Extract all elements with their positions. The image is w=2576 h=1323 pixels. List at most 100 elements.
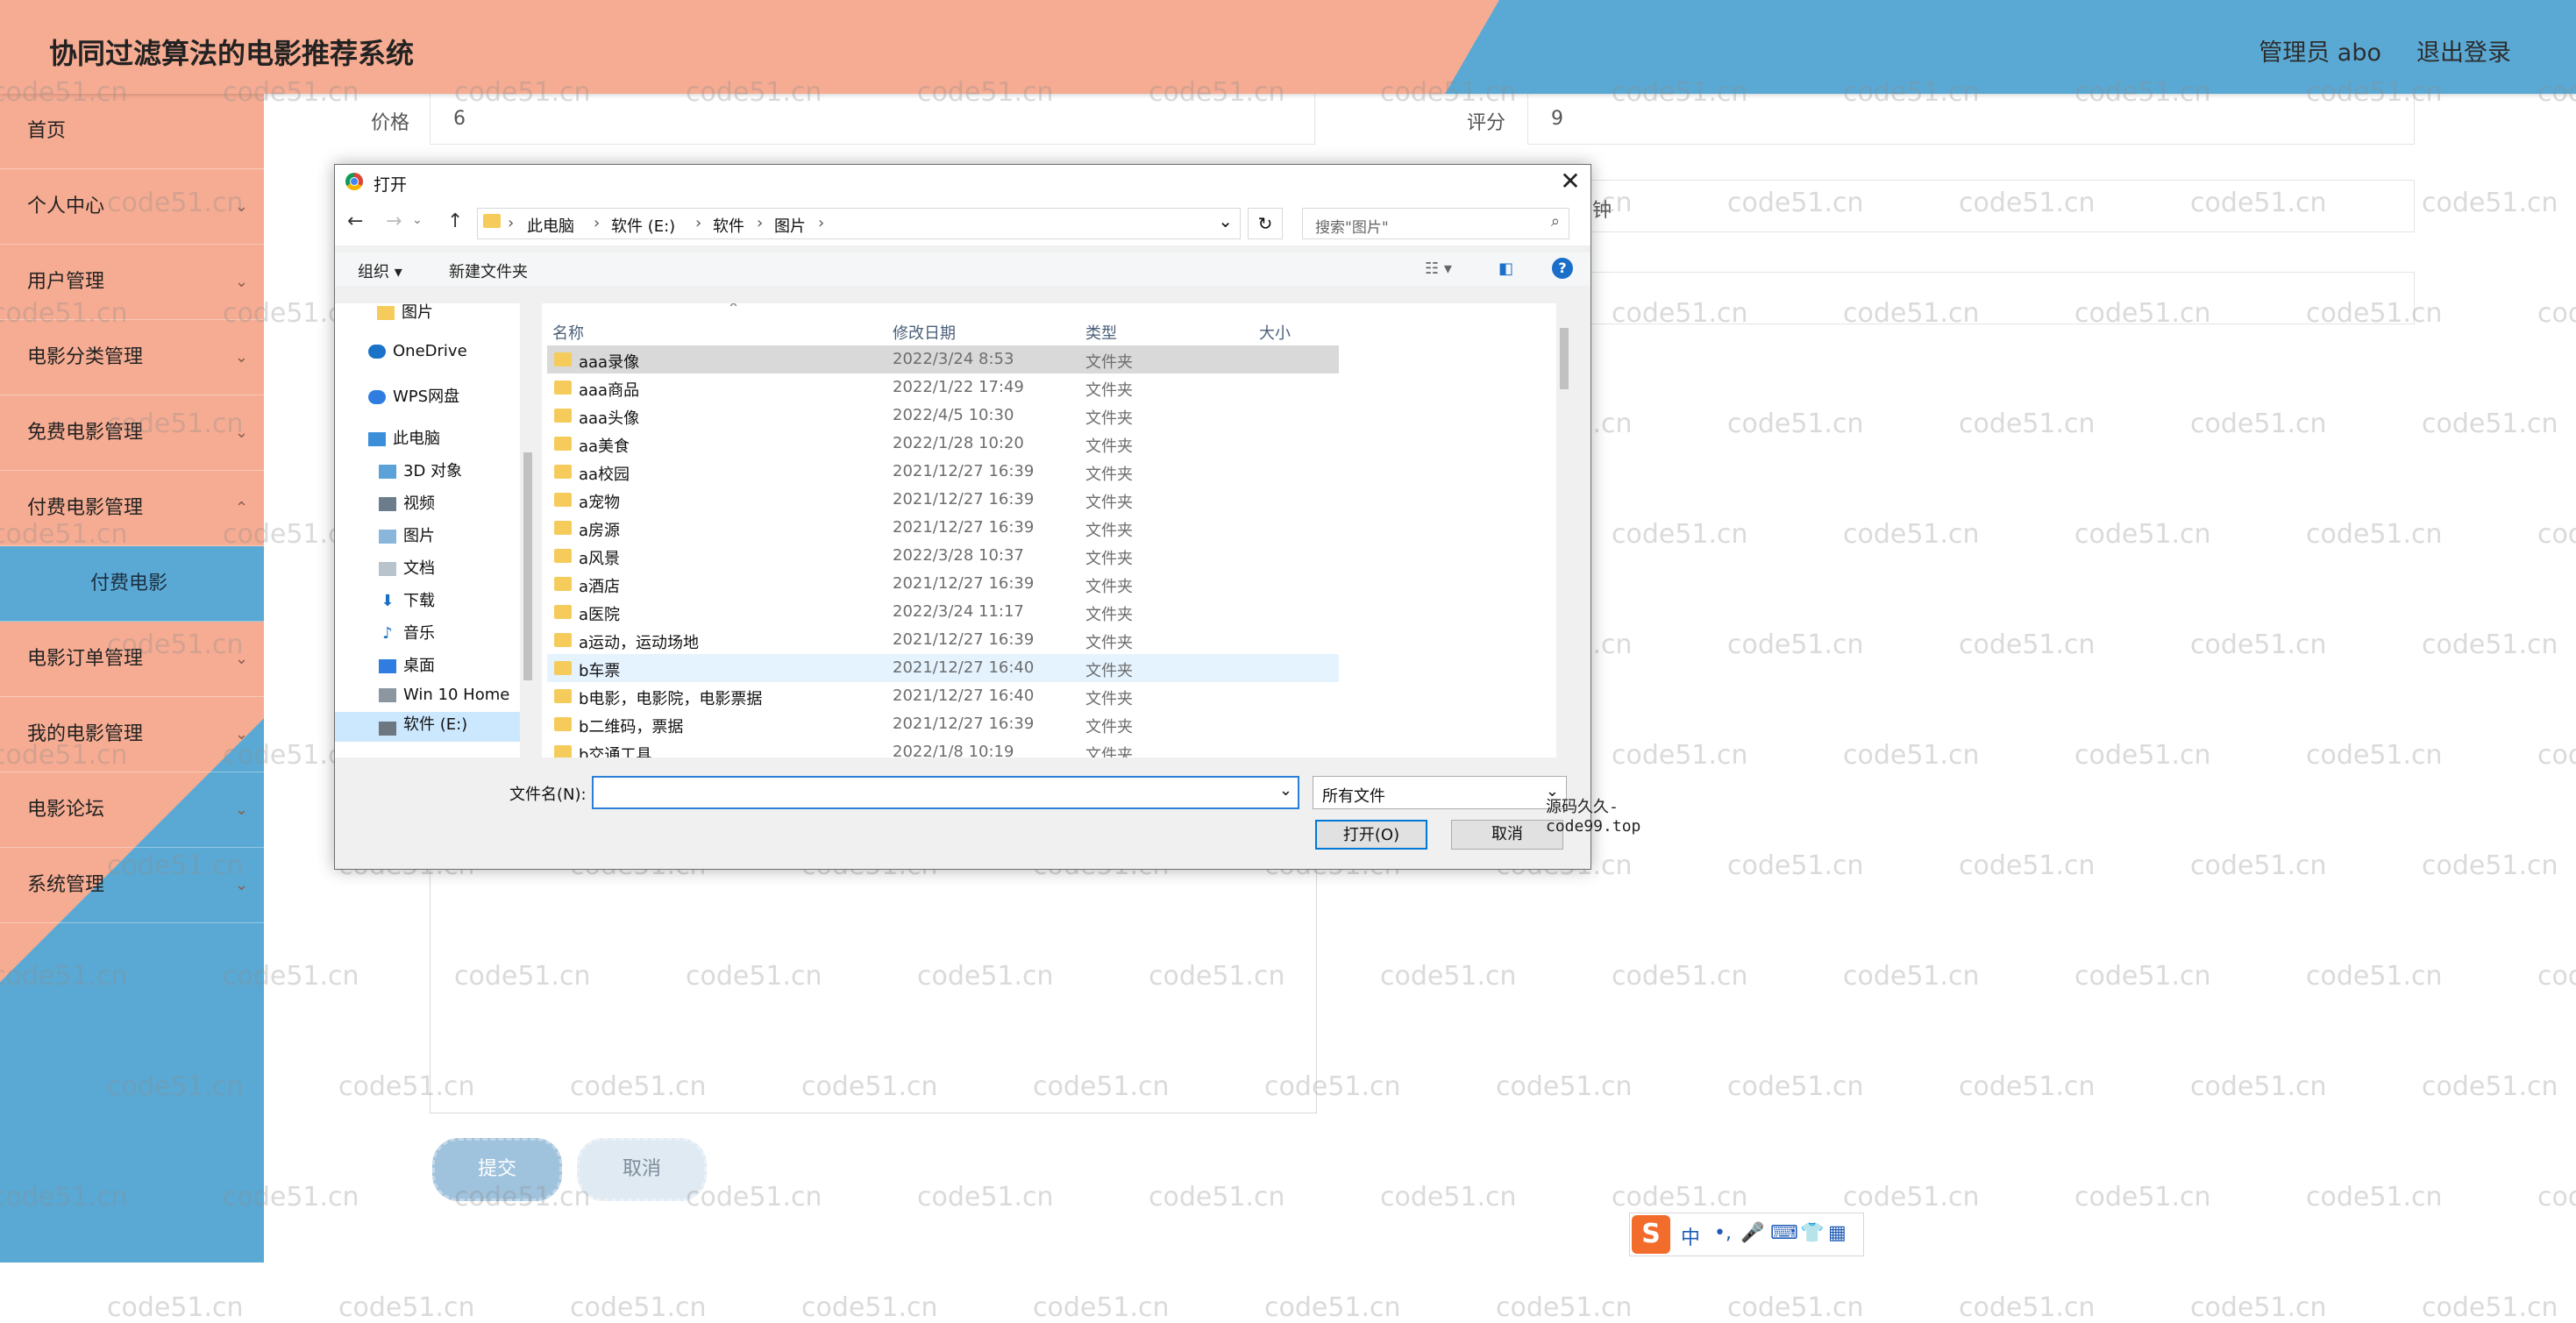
tree-item-label: 图片: [403, 527, 435, 545]
sidebar-item-home[interactable]: 首页: [0, 94, 264, 169]
sidebar-item-orders[interactable]: 电影订单管理 ⌄: [0, 622, 264, 697]
tree-item-drive-e[interactable]: 软件 (E:): [335, 712, 521, 742]
tree-item-this-pc[interactable]: 此电脑: [368, 426, 440, 449]
price-input[interactable]: 6: [430, 92, 1315, 145]
file-list-scrollbar[interactable]: [1556, 303, 1572, 758]
ime-chinese-toggle[interactable]: 中: [1681, 1222, 1700, 1250]
chrome-icon: [345, 173, 363, 190]
sidebar-item-forum[interactable]: 电影论坛 ⌄: [0, 772, 264, 848]
file-row[interactable]: b电影，电影院，电影票据 2021/12/27 16:40 文件夹: [547, 682, 1339, 710]
watermark-text: code51.cn: [686, 1182, 822, 1213]
help-icon[interactable]: ?: [1552, 258, 1573, 279]
sidebar-item-categories[interactable]: 电影分类管理 ⌄: [0, 320, 264, 395]
folder-icon: [554, 577, 572, 591]
cancel-button[interactable]: 取消: [577, 1138, 707, 1201]
sidebar-subitem-paid-movies[interactable]: 付费电影: [0, 546, 264, 622]
file-name: b二维码，票据: [579, 718, 684, 736]
forward-arrow-icon[interactable]: →: [386, 210, 402, 232]
tree-item-desktop[interactable]: 桌面: [379, 653, 435, 676]
tree-item-wps[interactable]: WPS网盘: [368, 384, 459, 407]
new-folder-button[interactable]: 新建文件夹: [449, 260, 528, 282]
breadcrumb-drive-e[interactable]: 软件 (E:): [611, 214, 675, 237]
file-row[interactable]: aa美食 2022/1/28 10:20 文件夹: [547, 430, 1339, 458]
file-row[interactable]: aaa录像 2022/3/24 8:53 文件夹: [547, 345, 1339, 373]
file-row[interactable]: a运动，运动场地 2021/12/27 16:39 文件夹: [547, 626, 1339, 654]
breadcrumb-software[interactable]: 软件: [713, 214, 744, 237]
preview-pane-icon[interactable]: ◧: [1498, 260, 1513, 278]
organize-menu[interactable]: 组织 ▾: [358, 260, 402, 282]
breadcrumb-this-pc[interactable]: 此电脑: [527, 214, 574, 237]
refresh-icon[interactable]: ↻: [1248, 208, 1283, 239]
chevron-down-icon[interactable]: ⌄: [1279, 781, 1292, 800]
column-header-type[interactable]: 类型: [1085, 321, 1117, 344]
file-row[interactable]: aaa商品 2022/1/22 17:49 文件夹: [547, 373, 1339, 402]
sidebar-item-paid-movies-mgmt[interactable]: 付费电影管理 ⌃: [0, 471, 264, 546]
tree-item-label: 桌面: [403, 657, 435, 675]
file-row[interactable]: a医院 2022/3/24 11:17 文件夹: [547, 598, 1339, 626]
watermark-text: code51.cn: [2422, 629, 2558, 660]
tree-item-onedrive[interactable]: OneDrive: [368, 342, 467, 360]
description-editor[interactable]: [430, 859, 1317, 1113]
column-header-name[interactable]: 名称: [552, 321, 584, 344]
file-date: 2021/12/27 16:39: [893, 574, 1035, 593]
tree-item-pictures[interactable]: 图片: [379, 523, 435, 546]
tree-item-downloads[interactable]: ⬇ 下载: [379, 588, 435, 611]
scrollbar-thumb[interactable]: [523, 452, 532, 680]
tree-item-music[interactable]: ♪ 音乐: [379, 621, 435, 644]
duration-input[interactable]: [1527, 180, 2415, 232]
extra-input[interactable]: [1527, 272, 2415, 324]
view-options-icon[interactable]: ☷ ▾: [1425, 260, 1452, 278]
file-row[interactable]: a宠物 2021/12/27 16:39 文件夹: [547, 486, 1339, 514]
address-bar[interactable]: › 此电脑 › 软件 (E:) › 软件 › 图片 › ⌄: [477, 208, 1241, 239]
file-row[interactable]: b二维码，票据 2021/12/27 16:39 文件夹: [547, 710, 1339, 738]
drive-icon: [379, 688, 396, 702]
column-header-date[interactable]: 修改日期: [893, 321, 956, 344]
sidebar-item-profile[interactable]: 个人中心 ⌄: [0, 169, 264, 245]
toolbox-icon[interactable]: ▦: [1828, 1222, 1847, 1244]
folder-icon: [554, 661, 572, 675]
open-button[interactable]: 打开(O): [1315, 820, 1427, 850]
breadcrumb-pictures[interactable]: 图片: [774, 214, 806, 237]
sidebar-item-users[interactable]: 用户管理 ⌄: [0, 245, 264, 320]
sidebar-item-my-movies[interactable]: 我的电影管理 ⌄: [0, 697, 264, 772]
file-date: 2022/1/8 10:19: [893, 743, 1014, 758]
file-date: 2022/3/24 11:17: [893, 602, 1024, 621]
scrollbar-thumb[interactable]: [1560, 328, 1569, 389]
tree-item-3d[interactable]: 3D 对象: [379, 459, 462, 481]
tree-item-videos[interactable]: 视频: [379, 491, 435, 514]
file-type: 文件夹: [1085, 634, 1133, 652]
chevron-down-icon[interactable]: ⌄: [1218, 210, 1233, 231]
back-arrow-icon[interactable]: ←: [347, 210, 363, 232]
cloud-icon: [368, 390, 386, 404]
chevron-down-icon: ⌄: [234, 348, 248, 366]
submit-button[interactable]: 提交: [432, 1138, 562, 1201]
score-input[interactable]: 9: [1527, 92, 2415, 145]
file-row[interactable]: aa校园 2021/12/27 16:39 文件夹: [547, 458, 1339, 486]
search-input[interactable]: 搜索"图片" ⌕: [1302, 208, 1569, 239]
filename-input[interactable]: ⌄: [592, 776, 1299, 809]
skin-icon[interactable]: 👕: [1800, 1222, 1824, 1244]
tree-item-win10[interactable]: Win 10 Home: [379, 686, 509, 704]
filetype-select[interactable]: 所有文件 ⌄: [1313, 776, 1567, 809]
watermark-text: code51.cn: [1727, 850, 1864, 881]
close-icon[interactable]: ✕: [1557, 167, 1583, 196]
punctuation-icon[interactable]: •,: [1714, 1222, 1732, 1244]
file-row[interactable]: b交通工具 2022/1/8 10:19 文件夹: [547, 738, 1339, 758]
file-row[interactable]: a风景 2022/3/28 10:37 文件夹: [547, 542, 1339, 570]
column-header-size[interactable]: 大小: [1259, 321, 1291, 344]
file-row[interactable]: aaa头像 2022/4/5 10:30 文件夹: [547, 402, 1339, 430]
file-row[interactable]: b车票 2021/12/27 16:40 文件夹: [547, 654, 1339, 682]
chevron-down-icon[interactable]: ⌄: [412, 213, 423, 227]
microphone-icon[interactable]: 🎤: [1740, 1222, 1764, 1244]
logout-link[interactable]: 退出登录: [2416, 33, 2511, 68]
tree-item-documents[interactable]: 文档: [379, 556, 435, 579]
sogou-logo-icon[interactable]: S: [1632, 1215, 1670, 1254]
file-row[interactable]: a房源 2021/12/27 16:39 文件夹: [547, 514, 1339, 542]
sidebar-item-free-movies[interactable]: 免费电影管理 ⌄: [0, 395, 264, 471]
tree-item-pictures-top[interactable]: 图片: [377, 303, 433, 323]
up-arrow-icon[interactable]: ↑: [447, 210, 463, 232]
keyboard-icon[interactable]: ⌨: [1770, 1222, 1798, 1244]
tree-scrollbar[interactable]: [520, 303, 536, 758]
sidebar-item-system[interactable]: 系统管理 ⌄: [0, 848, 264, 923]
file-row[interactable]: a酒店 2021/12/27 16:39 文件夹: [547, 570, 1339, 598]
